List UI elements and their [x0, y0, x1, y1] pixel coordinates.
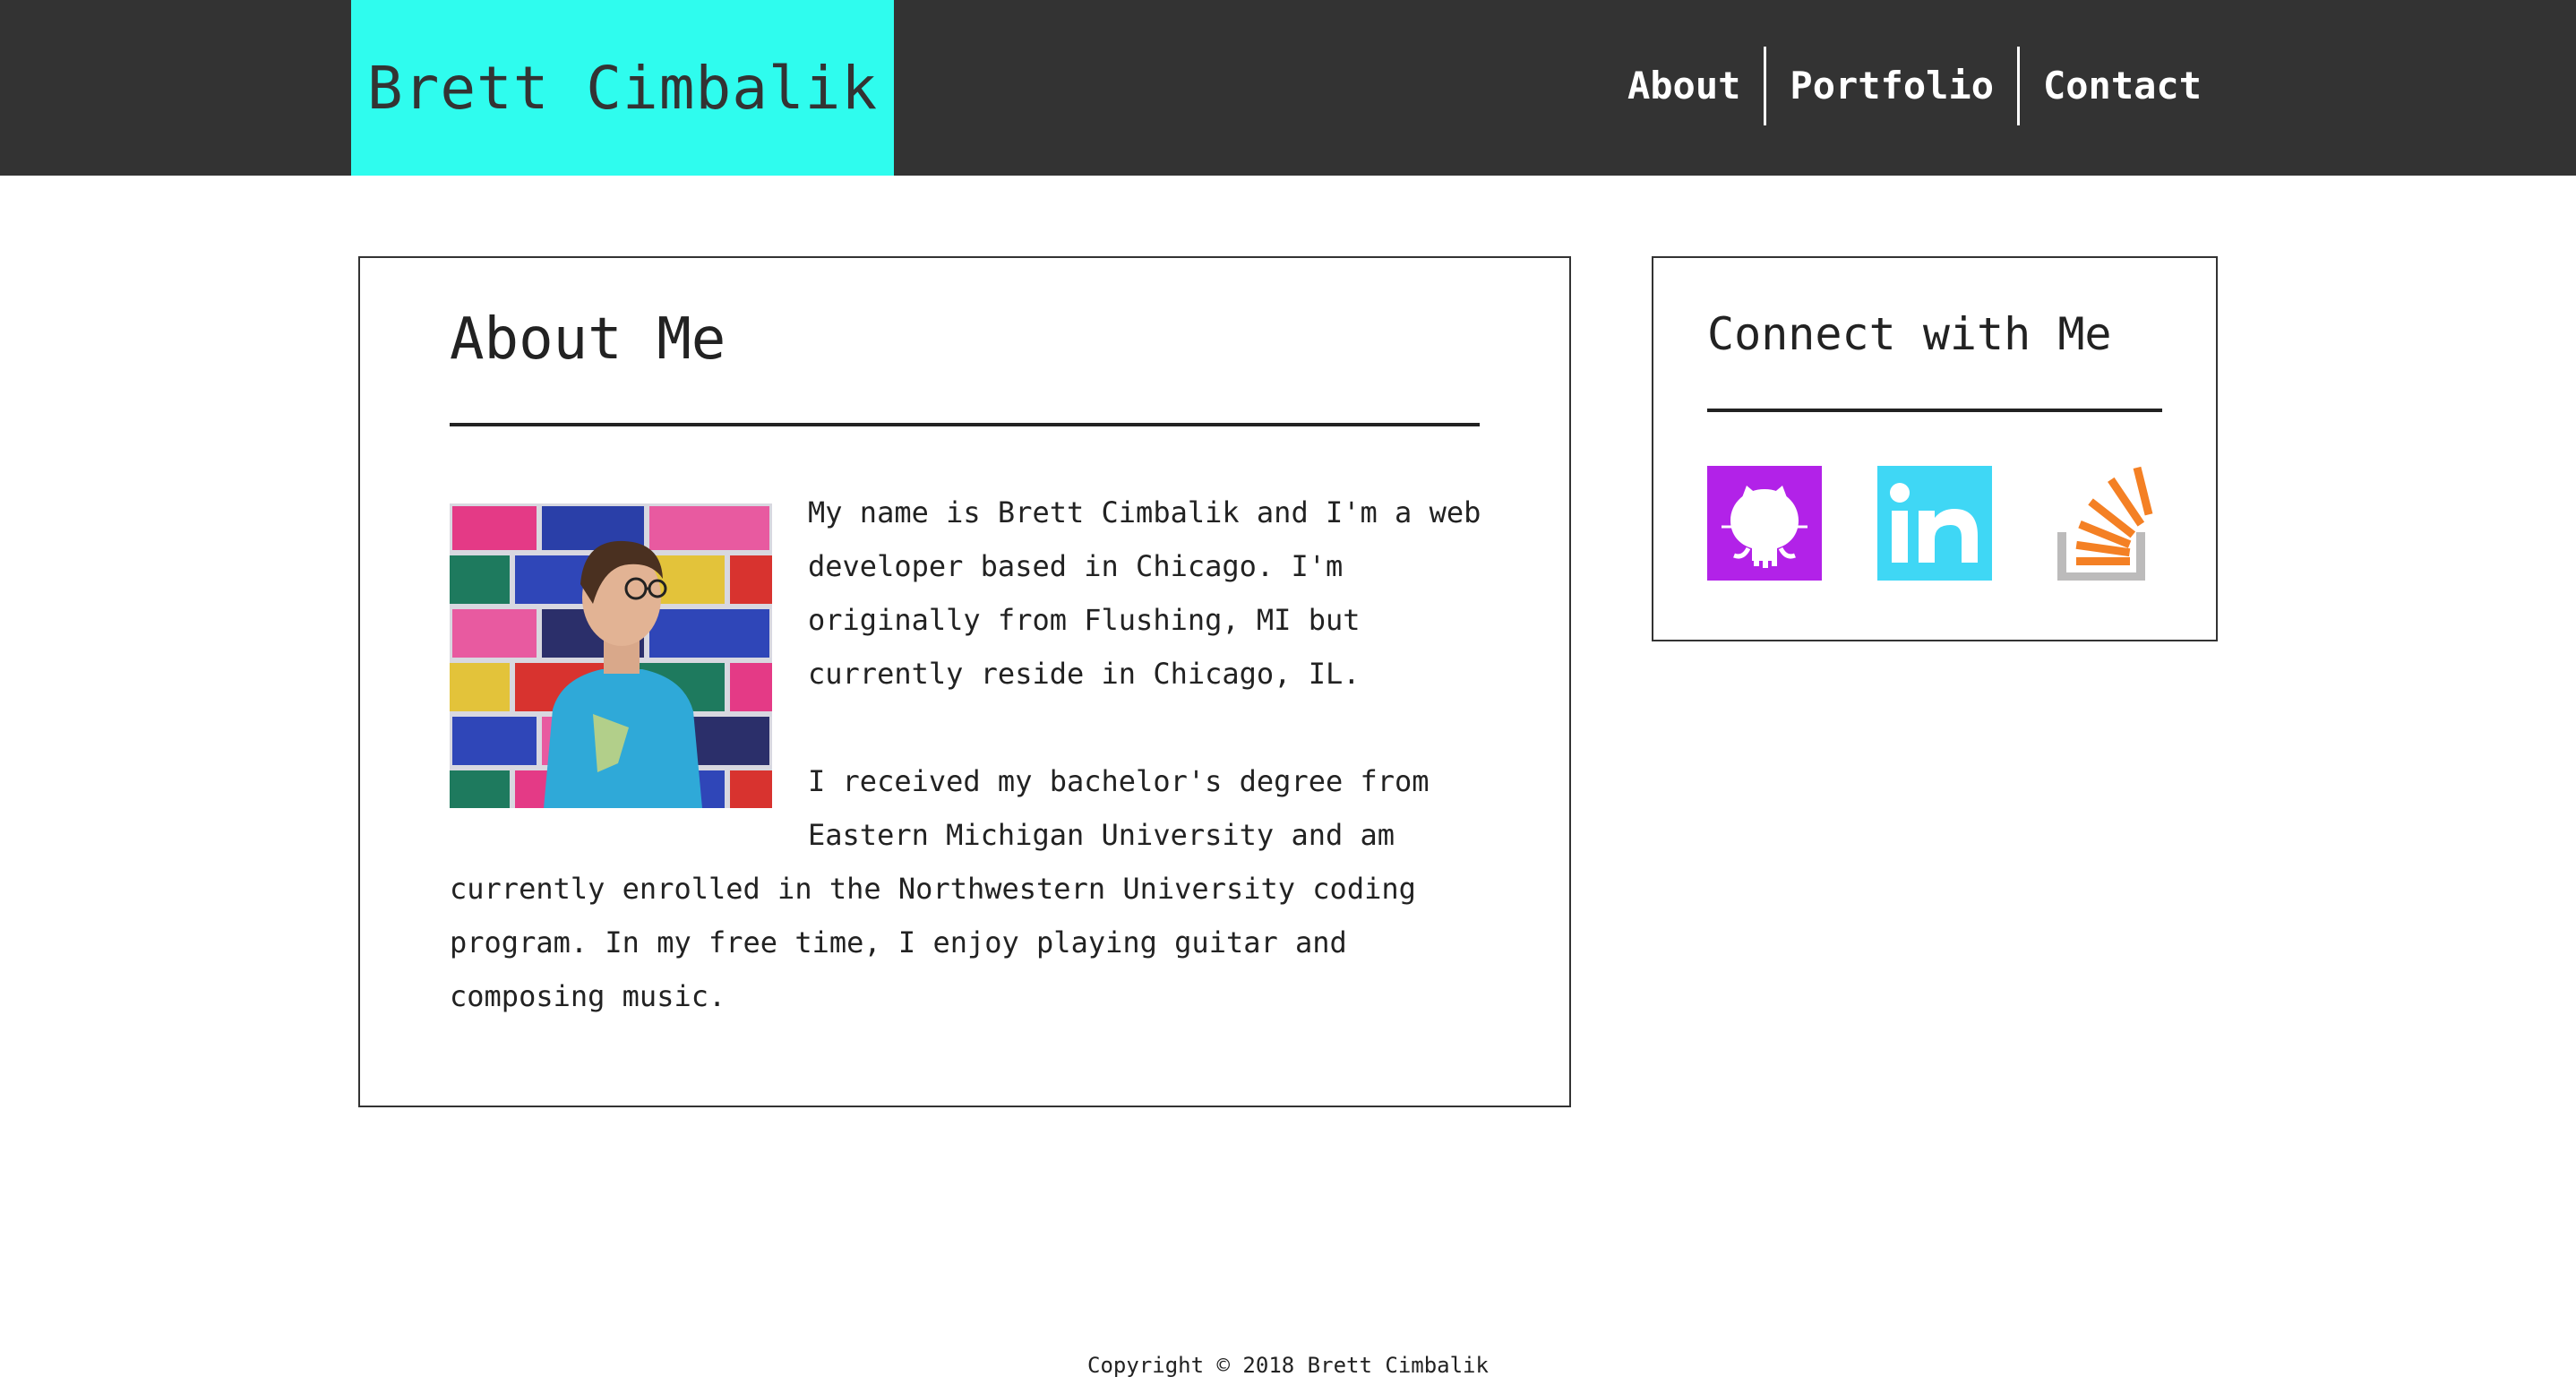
- about-divider: [450, 423, 1480, 426]
- nav-about-link[interactable]: About: [1604, 47, 1764, 125]
- connect-section: Connect with Me: [1652, 256, 2218, 641]
- site-header: Brett Cimbalik About Portfolio Contact: [0, 0, 2576, 176]
- social-links: [1707, 466, 2164, 582]
- about-section: About Me My name is Brett Cimbalik and I…: [358, 256, 1571, 1107]
- github-icon[interactable]: [1707, 466, 1822, 581]
- connect-divider: [1707, 409, 2162, 412]
- connect-title: Connect with Me: [1707, 308, 2112, 360]
- main-nav: About Portfolio Contact: [1604, 47, 2202, 125]
- copyright-text: Copyright © 2018 Brett Cimbalik: [1087, 1353, 1489, 1378]
- stackoverflow-icon[interactable]: [2048, 466, 2162, 581]
- linkedin-icon[interactable]: [1877, 466, 1992, 581]
- brand-name[interactable]: Brett Cimbalik: [367, 54, 878, 123]
- portrait-photo: [450, 503, 772, 808]
- about-body: My name is Brett Cimbalik and I'm a web …: [450, 486, 1489, 1023]
- brand-logo[interactable]: Brett Cimbalik: [351, 0, 894, 176]
- site-footer: Copyright © 2018 Brett Cimbalik: [0, 1353, 2576, 1378]
- nav-contact-link[interactable]: Contact: [2016, 47, 2202, 125]
- nav-portfolio-link[interactable]: Portfolio: [1764, 47, 2017, 125]
- about-title: About Me: [450, 306, 726, 373]
